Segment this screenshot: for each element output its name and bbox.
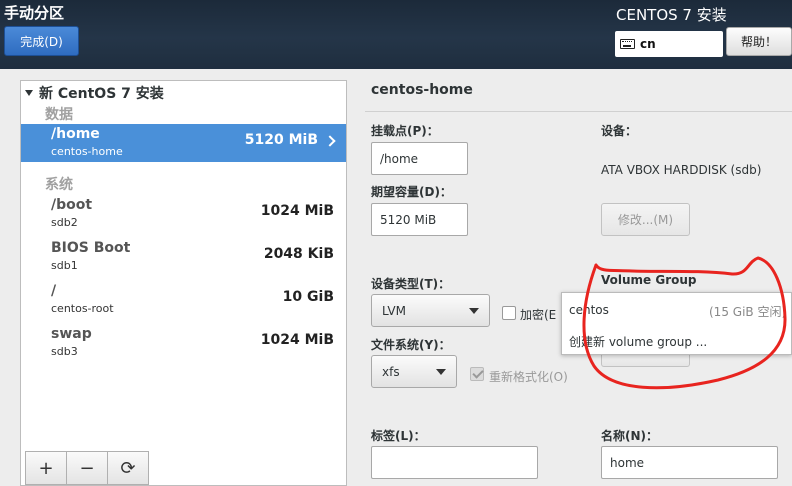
- group-label-data: 数据: [45, 107, 73, 123]
- encrypt-checkbox[interactable]: [502, 306, 516, 320]
- mount-point-device: sdb2: [51, 216, 78, 229]
- vg-option-create-new[interactable]: 创建新 volume group ...: [569, 333, 707, 350]
- done-button[interactable]: 完成(D): [4, 26, 79, 56]
- mount-point-device: centos-home: [51, 145, 123, 158]
- tree-root-new-install[interactable]: 新 CentOS 7 安装: [25, 83, 164, 103]
- tag-input[interactable]: [371, 446, 538, 479]
- selected-mount-point-title: centos-home: [371, 82, 473, 98]
- mount-point-row-root[interactable]: / centos-root 10 GiB: [21, 281, 346, 319]
- help-button[interactable]: 帮助！: [726, 27, 792, 56]
- mount-point-name: swap: [51, 326, 92, 342]
- mount-point-name: /: [51, 283, 57, 299]
- device-type-dropdown[interactable]: LVM: [371, 294, 490, 327]
- mount-point-device: sdb1: [51, 259, 78, 272]
- keyboard-icon: [620, 39, 635, 49]
- keyboard-layout-label: cn: [640, 37, 656, 51]
- vg-option-free-space: (15 GiB 空闲): [709, 305, 787, 319]
- chevron-right-icon: [324, 135, 336, 147]
- reformat-checkbox[interactable]: [470, 367, 484, 381]
- name-label: 名称(N)：: [601, 429, 659, 443]
- device-value: ATA VBOX HARDDISK (sdb): [601, 163, 762, 177]
- tree-root-label: 新 CentOS 7 安装: [39, 86, 164, 102]
- dropdown-arrow-icon: [469, 308, 479, 314]
- volume-group-popup-menu: centos (15 GiB 空闲) 创建新 volume group ...: [561, 292, 792, 355]
- device-label: 设备：: [601, 124, 638, 138]
- section-divider: [365, 111, 792, 112]
- remove-mount-point-button[interactable]: −: [66, 451, 108, 485]
- mount-point-size: 2048 KiB: [263, 246, 334, 262]
- desired-capacity-label: 期望容量(D)：: [371, 185, 452, 199]
- mount-point-name: /home: [51, 126, 100, 142]
- volume-group-label: Volume Group: [601, 273, 697, 287]
- group-label-system: 系统: [45, 177, 73, 193]
- mount-point-size: 1024 MiB: [260, 203, 334, 219]
- product-title: CENTOS 7 安装: [616, 6, 727, 24]
- tag-label: 标签(L)：: [371, 429, 426, 443]
- top-header-bar: 手动分区 完成(D) CENTOS 7 安装 cn 帮助！: [0, 0, 792, 69]
- filesystem-label: 文件系统(Y)：: [371, 338, 451, 352]
- reformat-label: 重新格式化(O): [489, 370, 568, 384]
- mount-point-device: centos-root: [51, 302, 114, 315]
- encrypt-label: 加密(E: [520, 308, 557, 322]
- mount-point-size: 1024 MiB: [260, 332, 334, 348]
- mount-point-name: /boot: [51, 197, 93, 213]
- mount-point-row-boot[interactable]: /boot sdb2 1024 MiB: [21, 195, 346, 233]
- mount-point-input[interactable]: /home: [371, 142, 468, 175]
- filesystem-value: xfs: [382, 364, 400, 379]
- device-type-value: LVM: [382, 303, 406, 318]
- modify-device-button[interactable]: 修改...(M): [601, 203, 690, 236]
- mount-point-name: BIOS Boot: [51, 240, 131, 256]
- mount-point-label: 挂载点(P)：: [371, 124, 439, 138]
- mount-point-size: 5120 MiB: [244, 132, 318, 148]
- device-type-label: 设备类型(T)：: [371, 277, 451, 291]
- desired-capacity-input[interactable]: 5120 MiB: [371, 203, 468, 236]
- name-input[interactable]: home: [601, 446, 778, 479]
- dropdown-arrow-icon: [436, 369, 446, 375]
- mount-point-row-bios-boot[interactable]: BIOS Boot sdb1 2048 KiB: [21, 238, 346, 276]
- screen-title: 手动分区: [4, 4, 65, 22]
- filesystem-dropdown[interactable]: xfs: [371, 355, 457, 388]
- mount-point-size: 10 GiB: [282, 289, 334, 305]
- mount-point-device: sdb3: [51, 345, 78, 358]
- manual-partitioning-screen: 手动分区 完成(D) CENTOS 7 安装 cn 帮助！ 新 CentOS 7…: [0, 0, 792, 486]
- partition-toolbar: + − ⟳: [25, 451, 149, 486]
- expand-triangle-icon: [25, 90, 33, 96]
- mount-point-list-panel: 新 CentOS 7 安装 数据 /home centos-home 5120 …: [20, 80, 347, 486]
- keyboard-layout-indicator[interactable]: cn: [615, 31, 723, 57]
- vg-option-centos[interactable]: centos: [569, 303, 609, 317]
- mount-point-row-home[interactable]: /home centos-home 5120 MiB: [21, 124, 346, 162]
- mount-point-row-swap[interactable]: swap sdb3 1024 MiB: [21, 324, 346, 362]
- refresh-button[interactable]: ⟳: [107, 451, 149, 485]
- add-mount-point-button[interactable]: +: [25, 451, 67, 485]
